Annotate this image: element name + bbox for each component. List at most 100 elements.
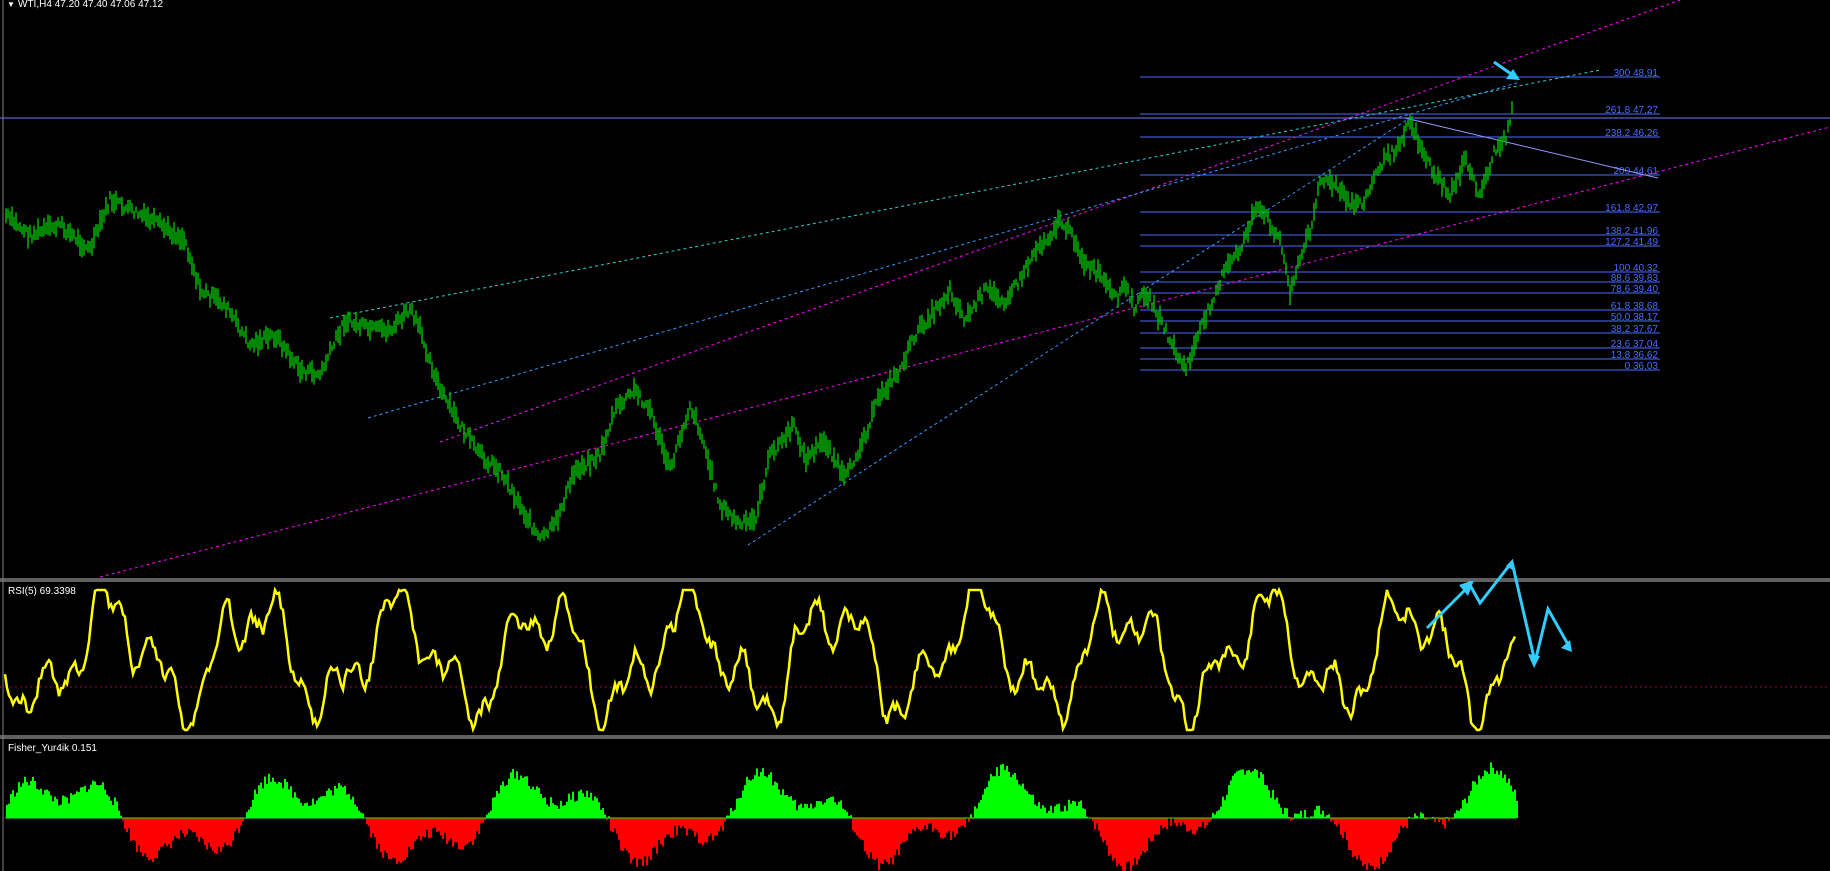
fisher-bar-negative <box>472 818 474 845</box>
fisher-bar-negative <box>852 818 854 831</box>
fisher-bar-positive <box>828 798 830 818</box>
fisher-bar-positive <box>1026 791 1028 818</box>
fisher-bar-negative <box>690 818 692 829</box>
fisher-bar-positive <box>1040 808 1042 818</box>
fisher-bar-negative <box>1444 818 1446 829</box>
fisher-bar-positive <box>14 796 16 818</box>
fisher-bar-positive <box>1046 813 1048 818</box>
fisher-bar-negative <box>414 818 416 842</box>
fisher-bar-negative <box>166 818 168 847</box>
fisher-bar-positive <box>1252 771 1254 818</box>
fisher-bar-negative <box>210 818 212 848</box>
fisher-bar-positive <box>1510 785 1512 818</box>
fisher-bar-positive <box>544 797 546 818</box>
fisher-bar-negative <box>184 818 186 837</box>
fisher-bar-positive <box>1016 779 1018 818</box>
fisher-bar-positive <box>1076 805 1078 818</box>
fisher-bar-negative <box>1160 818 1162 825</box>
fisher-bar-positive <box>306 802 308 818</box>
fisher-bar-positive <box>840 800 842 818</box>
fisher-bar-positive <box>1230 780 1232 818</box>
fisher-bar-positive <box>766 777 768 818</box>
fisher-bar-negative <box>1390 818 1392 853</box>
fisher-bar-positive <box>832 796 834 818</box>
fisher-bar-positive <box>494 797 496 818</box>
fib-level-label: 238.2 46.26 <box>1605 128 1658 139</box>
fisher-bar-negative <box>642 818 644 867</box>
fisher-bar-positive <box>592 800 594 818</box>
fisher-bar-positive <box>314 804 316 818</box>
fisher-bar-positive <box>574 801 576 818</box>
fisher-bar-positive <box>1492 767 1494 818</box>
fisher-bar-negative <box>1188 818 1190 832</box>
fisher-bar-negative <box>464 818 466 846</box>
fisher-bar-negative <box>934 818 936 829</box>
fisher-bar-negative <box>1170 818 1172 826</box>
fisher-bar-positive <box>330 790 332 818</box>
trading-chart[interactable]: 300 48.91 261.8 47.27 238.2 46.26 200 44.61… <box>0 0 1830 871</box>
fisher-bar-positive <box>540 793 542 818</box>
fisher-bar-positive <box>792 800 794 818</box>
fisher-bar-negative <box>912 818 914 829</box>
fisher-bar-positive <box>740 797 742 818</box>
fisher-bar-positive <box>748 779 750 818</box>
fisher-bar-negative <box>1204 818 1206 829</box>
fisher-bar-positive <box>256 793 258 818</box>
fisher-bar-negative <box>644 818 646 857</box>
fisher-bar-negative <box>222 818 224 848</box>
fisher-bar-positive <box>36 788 38 818</box>
fisher-bar-negative <box>1098 818 1100 831</box>
fisher-bar-negative <box>1360 818 1362 861</box>
fisher-bar-negative <box>892 818 894 865</box>
fisher-bar-positive <box>770 772 772 818</box>
fisher-bar-negative <box>940 818 942 838</box>
fisher-bar-positive <box>826 799 828 818</box>
fisher-bar-positive <box>1066 810 1068 818</box>
fib-level-label: 38.2 37.67 <box>1611 324 1659 335</box>
fisher-bar-negative <box>716 818 718 836</box>
fisher-bar-negative <box>1202 818 1204 822</box>
fib-level-label: 61.8 38.68 <box>1611 301 1659 312</box>
fisher-bar-negative <box>1184 818 1186 825</box>
fisher-bar-positive <box>26 782 28 818</box>
fisher-bar-negative <box>152 818 154 863</box>
fisher-bar-negative <box>174 818 176 836</box>
fisher-bar-positive <box>524 776 526 818</box>
fisher-bar-negative <box>376 818 378 849</box>
fisher-bar-negative <box>194 818 196 833</box>
fisher-bar-positive <box>528 786 530 818</box>
fisher-bar-negative <box>1378 818 1380 869</box>
fisher-bar-negative <box>218 818 220 847</box>
fisher-bar-negative <box>1116 818 1118 867</box>
fib-level-label: 138.2 41.96 <box>1605 226 1658 237</box>
fisher-bar-negative <box>958 818 960 828</box>
fisher-bar-positive <box>1028 794 1030 818</box>
fisher-bar-positive <box>590 792 592 818</box>
fisher-bar-positive <box>1470 790 1472 818</box>
fisher-bar-negative <box>150 818 152 860</box>
fisher-bar-positive <box>594 796 596 818</box>
fisher-bar-negative <box>698 818 700 844</box>
fisher-bar-positive <box>1084 809 1086 818</box>
fisher-bar-positive <box>292 797 294 818</box>
fisher-bar-positive <box>1074 801 1076 818</box>
fisher-bar-positive <box>556 805 558 818</box>
fisher-bar-positive <box>1464 798 1466 818</box>
fisher-bar-positive <box>538 787 540 818</box>
fisher-bar-positive <box>804 803 806 818</box>
fisher-bar-positive <box>318 797 320 818</box>
fisher-bar-negative <box>718 818 720 831</box>
fisher-bar-positive <box>94 781 96 818</box>
fisher-bar-negative <box>1134 818 1136 858</box>
fisher-bar-negative <box>168 818 170 845</box>
triangle-down-icon[interactable]: ▼ <box>7 0 15 9</box>
fisher-bar-negative <box>1192 818 1194 834</box>
fisher-bar-positive <box>1480 778 1482 818</box>
fisher-bar-negative <box>1108 818 1110 856</box>
fisher-bar-positive <box>248 809 250 818</box>
fisher-bar-negative <box>856 818 858 836</box>
fisher-bar-negative <box>1178 818 1180 823</box>
fisher-bar-positive <box>554 804 556 818</box>
fisher-bar-positive <box>1212 812 1214 818</box>
fisher-bar-positive <box>982 794 984 818</box>
